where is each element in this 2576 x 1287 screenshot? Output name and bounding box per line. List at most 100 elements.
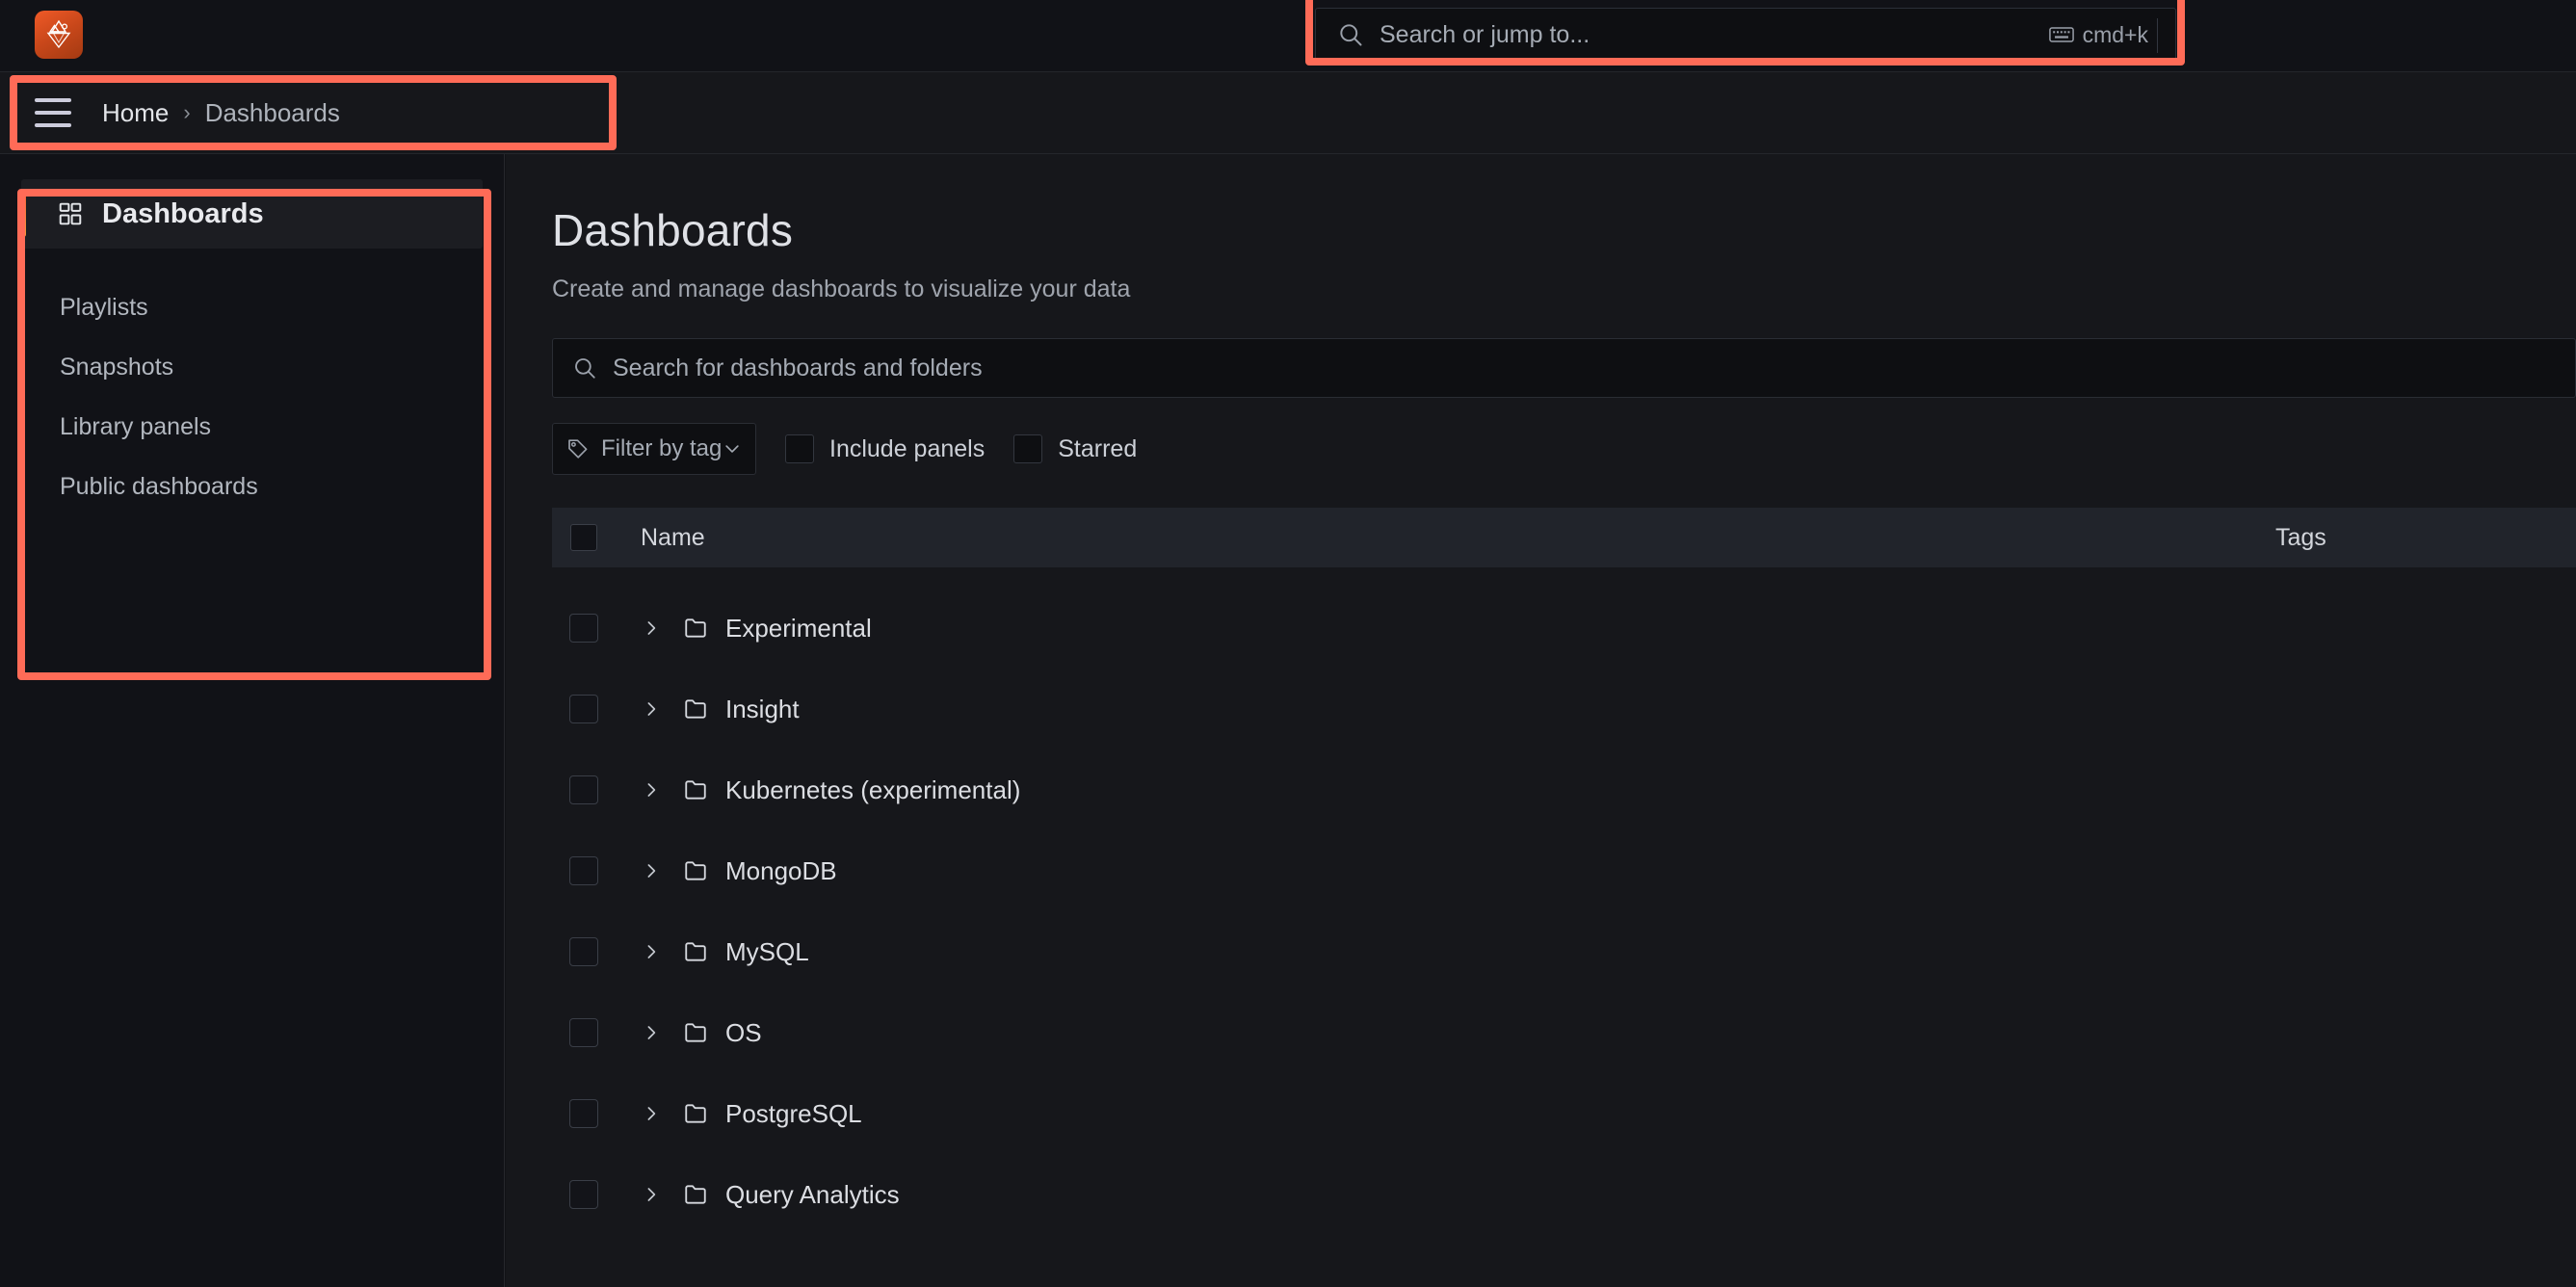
row-select-cell[interactable] — [552, 614, 616, 643]
row-checkbox[interactable] — [569, 695, 598, 723]
row-name[interactable]: Kubernetes (experimental) — [725, 775, 1020, 805]
dashboard-search-input[interactable]: Search for dashboards and folders — [552, 338, 2576, 398]
tag-icon — [566, 437, 590, 460]
table-row[interactable]: Kubernetes (experimental) — [552, 770, 2576, 810]
dashboard-search-placeholder: Search for dashboards and folders — [613, 355, 983, 382]
row-checkbox[interactable] — [569, 1018, 598, 1047]
chevron-right-icon[interactable] — [643, 781, 660, 799]
row-name[interactable]: MongoDB — [725, 856, 837, 886]
global-search-bar[interactable]: Search or jump to... cmd+k — [1315, 8, 2176, 62]
sidebar-item-label: Library panels — [60, 413, 211, 441]
row-checkbox[interactable] — [569, 1180, 598, 1209]
sidebar-item-label: Snapshots — [60, 354, 173, 381]
column-header-name[interactable]: Name — [641, 524, 705, 552]
folder-icon — [683, 858, 708, 883]
table-row[interactable]: Insight — [552, 689, 2576, 729]
starred-label: Starred — [1058, 435, 1137, 463]
grafana-app-window: Search or jump to... cmd+k — [0, 0, 2576, 1287]
include-panels-label: Include panels — [829, 435, 985, 463]
page-subtitle: Create and manage dashboards to visualiz… — [552, 276, 2576, 303]
row-checkbox[interactable] — [569, 614, 598, 643]
folder-icon — [683, 616, 708, 641]
apps-grid-icon — [58, 201, 83, 226]
row-name[interactable]: PostgreSQL — [725, 1099, 862, 1129]
chevron-right-icon[interactable] — [643, 1186, 660, 1203]
chevron-right-icon: › — [183, 100, 190, 125]
row-select-cell[interactable] — [552, 775, 616, 804]
row-name[interactable]: Query Analytics — [725, 1180, 900, 1210]
hamburger-menu-icon[interactable] — [35, 98, 71, 127]
sidebar-item-playlists[interactable]: Playlists — [0, 277, 504, 337]
table-row[interactable]: Query Analytics — [552, 1174, 2576, 1215]
folder-icon — [683, 696, 708, 722]
sidebar-item-label: Public dashboards — [60, 473, 258, 501]
global-search-placeholder: Search or jump to... — [1380, 21, 2049, 49]
row-spacer — [552, 729, 2576, 770]
grafana-logo[interactable] — [35, 11, 83, 59]
sidebar-subnav: Playlists Snapshots Library panels Publi… — [0, 277, 504, 516]
hamburger-line — [35, 111, 71, 115]
row-checkbox[interactable] — [569, 856, 598, 885]
table-header-row: Name Tags — [552, 508, 2576, 567]
row-select-cell[interactable] — [552, 1180, 616, 1209]
dashboards-table: Name Tags Experimental Insight — [552, 508, 2576, 1215]
row-checkbox[interactable] — [569, 1099, 598, 1128]
breadcrumb: Home › Dashboards — [102, 98, 340, 128]
row-select-cell[interactable] — [552, 937, 616, 966]
chevron-right-icon[interactable] — [643, 1105, 660, 1122]
sidebar-item-label: Dashboards — [102, 198, 264, 230]
include-panels-checkbox-group[interactable]: Include panels — [785, 434, 985, 463]
row-spacer — [552, 567, 2576, 608]
search-icon — [1337, 21, 1364, 48]
starred-checkbox[interactable] — [1013, 434, 1042, 463]
table-row[interactable]: PostgreSQL — [552, 1093, 2576, 1134]
search-shortcut-label: cmd+k — [2083, 22, 2148, 48]
sidebar-item-dashboards[interactable]: Dashboards — [21, 179, 483, 249]
row-checkbox[interactable] — [569, 775, 598, 804]
table-row[interactable]: Experimental — [552, 608, 2576, 648]
column-header-tags[interactable]: Tags — [2275, 524, 2326, 552]
grafana-logo-icon — [44, 19, 73, 50]
folder-icon — [683, 777, 708, 802]
chevron-right-icon[interactable] — [643, 700, 660, 718]
chevron-right-icon[interactable] — [643, 1024, 660, 1041]
breadcrumb-item-home[interactable]: Home — [102, 98, 169, 128]
hamburger-line — [35, 98, 71, 102]
tag-filter-select[interactable]: Filter by tag — [552, 423, 756, 475]
row-name[interactable]: Experimental — [725, 614, 872, 644]
sidebar-item-library-panels[interactable]: Library panels — [0, 397, 504, 457]
row-spacer — [552, 1134, 2576, 1174]
row-name[interactable]: MySQL — [725, 937, 809, 967]
chevron-right-icon[interactable] — [643, 619, 660, 637]
table-row[interactable]: MongoDB — [552, 851, 2576, 891]
folder-icon — [683, 1182, 708, 1207]
folder-icon — [683, 1101, 708, 1126]
row-spacer — [552, 648, 2576, 689]
top-bar: Search or jump to... cmd+k — [0, 0, 2576, 71]
row-checkbox[interactable] — [569, 937, 598, 966]
row-select-cell[interactable] — [552, 1099, 616, 1128]
row-spacer — [552, 972, 2576, 1012]
row-name[interactable]: OS — [725, 1018, 762, 1048]
page-title: Dashboards — [552, 204, 2576, 256]
breadcrumb-item-dashboards[interactable]: Dashboards — [205, 98, 340, 128]
row-select-cell[interactable] — [552, 695, 616, 723]
row-spacer — [552, 891, 2576, 932]
row-spacer — [552, 1053, 2576, 1093]
folder-icon — [683, 1020, 708, 1045]
select-all-checkbox[interactable] — [570, 524, 597, 551]
search-divider — [2157, 18, 2158, 53]
row-select-cell[interactable] — [552, 1018, 616, 1047]
table-row[interactable]: OS — [552, 1012, 2576, 1053]
table-row[interactable]: MySQL — [552, 932, 2576, 972]
sidebar-item-public-dashboards[interactable]: Public dashboards — [0, 457, 504, 516]
chevron-right-icon[interactable] — [643, 862, 660, 880]
keyboard-icon — [2049, 25, 2074, 44]
include-panels-checkbox[interactable] — [785, 434, 814, 463]
sidebar-item-snapshots[interactable]: Snapshots — [0, 337, 504, 397]
select-all-cell[interactable] — [552, 524, 616, 551]
row-name[interactable]: Insight — [725, 695, 800, 724]
row-select-cell[interactable] — [552, 856, 616, 885]
chevron-right-icon[interactable] — [643, 943, 660, 960]
starred-checkbox-group[interactable]: Starred — [1013, 434, 1137, 463]
